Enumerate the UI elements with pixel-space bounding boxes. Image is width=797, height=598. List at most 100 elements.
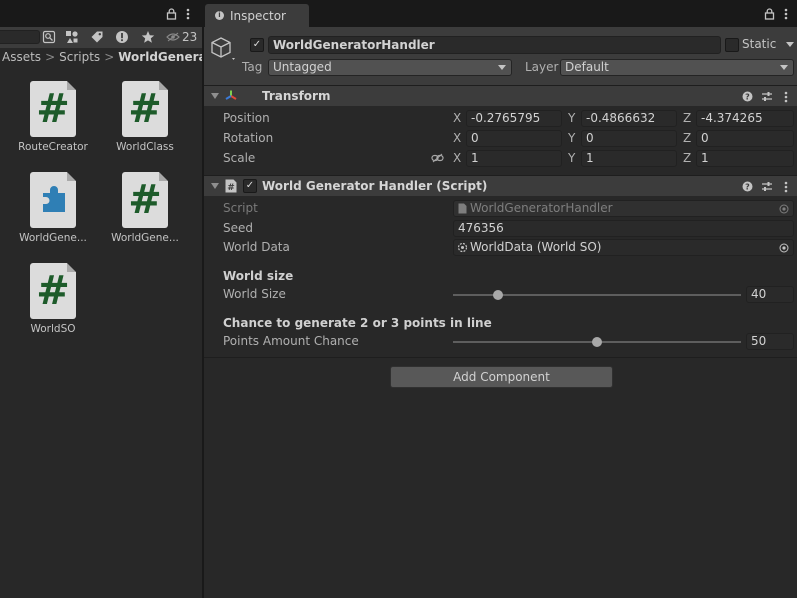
axis-y-label[interactable]: Y <box>568 130 575 147</box>
svg-text:?: ? <box>745 182 750 191</box>
breadcrumb-assets[interactable]: Assets <box>2 50 41 64</box>
scale-z-field[interactable]: 1 <box>696 150 794 167</box>
rotation-label: Rotation <box>223 131 274 145</box>
asset-name: WorldSO <box>30 323 76 335</box>
axis-y-label[interactable]: Y <box>568 110 575 127</box>
asset-item[interactable]: # WorldSO <box>12 263 94 341</box>
puzzle-piece-icon <box>30 172 76 228</box>
script-component-body: Script WorldGeneratorHandler Seed 476356… <box>204 196 797 357</box>
chevron-down-icon <box>780 65 788 70</box>
asset-item[interactable]: # WorldClass <box>104 81 186 159</box>
foldout-arrow-icon[interactable] <box>211 93 219 99</box>
transform-body: Position X -0.2765795 Y -0.4866632 Z -4.… <box>204 106 797 175</box>
world-data-label: World Data <box>223 240 290 254</box>
gameobject-header: ✓ WorldGeneratorHandler Static Tag Untag… <box>204 27 797 85</box>
axis-y-label[interactable]: Y <box>568 150 575 167</box>
breadcrumb-scripts[interactable]: Scripts <box>59 50 100 64</box>
asset-name: WorldClass <box>116 141 174 153</box>
inspector-tab-strip: i Inspector <box>204 0 797 27</box>
warning-filter-icon[interactable] <box>112 28 132 46</box>
world-data-value: WorldData (World SO) <box>470 240 602 254</box>
asset-item[interactable]: # WorldGene... <box>104 172 186 250</box>
layer-dropdown[interactable]: Default <box>560 59 794 76</box>
world-size-label: World Size <box>223 287 286 301</box>
static-checkbox[interactable] <box>725 38 739 52</box>
world-data-object-field[interactable]: WorldData (World SO) <box>453 239 794 256</box>
scriptable-object-icon <box>457 242 468 253</box>
lock-icon[interactable] <box>764 8 775 20</box>
lock-icon[interactable] <box>166 8 177 20</box>
favorite-star-icon[interactable] <box>138 28 158 46</box>
object-picker-icon[interactable] <box>779 243 789 253</box>
position-x-field[interactable]: -0.2765795 <box>466 110 562 127</box>
svg-text:?: ? <box>745 92 750 101</box>
script-reference-value: WorldGeneratorHandler <box>470 201 613 215</box>
axis-z-label[interactable]: Z <box>683 130 691 147</box>
axis-x-label[interactable]: X <box>453 110 461 127</box>
transform-title: Transform <box>262 89 331 103</box>
tag-dropdown[interactable]: Untagged <box>268 59 512 76</box>
active-checkbox[interactable]: ✓ <box>250 38 264 52</box>
asset-item[interactable]: WorldGene... <box>12 172 94 250</box>
scale-x-field[interactable]: 1 <box>466 150 562 167</box>
world-size-field[interactable]: 40 <box>746 286 794 303</box>
points-amount-chance-slider[interactable] <box>453 333 741 350</box>
world-size-slider[interactable] <box>453 286 741 303</box>
kebab-menu-icon[interactable] <box>784 181 788 193</box>
gameobject-cube-icon[interactable] <box>210 36 238 62</box>
search-input[interactable] <box>0 30 40 44</box>
seed-field[interactable]: 476356 <box>453 220 794 237</box>
help-icon[interactable]: ? <box>740 179 754 193</box>
tag-value: Untagged <box>273 60 332 74</box>
kebab-menu-icon[interactable] <box>186 8 190 20</box>
help-icon[interactable]: ? <box>740 89 754 103</box>
axis-x-label[interactable]: X <box>453 150 461 167</box>
rotation-x-field[interactable]: 0 <box>466 130 562 147</box>
kebab-menu-icon[interactable] <box>784 91 788 103</box>
axis-z-label[interactable]: Z <box>683 110 691 127</box>
position-z-field[interactable]: -4.374265 <box>696 110 794 127</box>
breadcrumb: Assets>Scripts>WorldGenerator <box>0 48 203 67</box>
breadcrumb-worldgenerator[interactable]: WorldGenerator <box>118 50 203 64</box>
seed-label: Seed <box>223 221 253 235</box>
tab-inspector[interactable]: i Inspector <box>205 4 309 27</box>
presets-sliders-icon[interactable] <box>760 179 774 193</box>
presets-sliders-icon[interactable] <box>760 89 774 103</box>
constrain-proportions-link-icon[interactable] <box>431 153 444 163</box>
filter-by-type-icon[interactable] <box>62 28 82 46</box>
add-component-button[interactable]: Add Component <box>390 366 613 388</box>
transform-header[interactable]: Transform ? <box>204 85 797 106</box>
svg-text:#: # <box>227 183 235 193</box>
points-amount-chance-field[interactable]: 50 <box>746 333 794 350</box>
axis-x-label[interactable]: X <box>453 130 461 147</box>
script-enabled-checkbox[interactable]: ✓ <box>243 179 257 193</box>
rotation-z-field[interactable]: 0 <box>696 130 794 147</box>
hidden-packages-toggle[interactable]: 23 <box>166 28 197 46</box>
foldout-arrow-icon[interactable] <box>211 183 219 189</box>
slider-thumb[interactable] <box>592 337 602 347</box>
scale-y-field[interactable]: 1 <box>581 150 677 167</box>
transform-icon <box>224 89 238 103</box>
csharp-script-icon: # <box>122 172 168 228</box>
rotation-y-field[interactable]: 0 <box>581 130 677 147</box>
slider-thumb[interactable] <box>493 290 503 300</box>
static-dropdown-arrow-icon[interactable] <box>786 42 794 47</box>
project-window: 23 Assets>Scripts>WorldGenerator # Route… <box>0 0 203 598</box>
csharp-script-icon: # <box>225 179 237 193</box>
asset-item[interactable]: # RouteCreator <box>12 81 94 159</box>
eye-icon <box>166 32 180 42</box>
script-component-header[interactable]: # ✓ World Generator Handler (Script) ? <box>204 175 797 196</box>
csharp-script-icon: # <box>30 81 76 137</box>
gameobject-name-field[interactable]: WorldGeneratorHandler <box>268 36 721 54</box>
position-y-field[interactable]: -0.4866632 <box>581 110 677 127</box>
layer-value: Default <box>565 60 609 74</box>
project-tab-strip <box>0 0 203 27</box>
kebab-menu-icon[interactable] <box>784 8 788 20</box>
asset-name: WorldGene... <box>111 232 179 244</box>
script-label: Script <box>223 201 258 215</box>
hidden-count: 23 <box>182 30 198 44</box>
chance-header: Chance to generate 2 or 3 points in line <box>223 316 492 330</box>
axis-z-label[interactable]: Z <box>683 150 691 167</box>
search-by-type-icon[interactable] <box>39 28 59 46</box>
filter-by-label-icon[interactable] <box>87 28 107 46</box>
